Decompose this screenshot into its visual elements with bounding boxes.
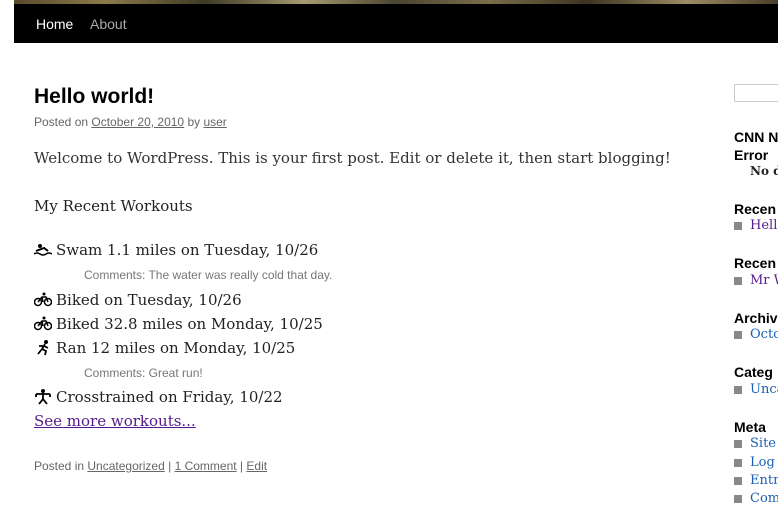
workout-text: Crosstrained on Friday, 10/22 bbox=[56, 388, 283, 406]
recent-post-link[interactable]: Hello bbox=[750, 218, 778, 233]
workout-item: Biked 32.8 miles on Monday, 10/25 bbox=[34, 315, 323, 333]
meta-item: Log o bbox=[734, 455, 778, 470]
main-navigation: Home About bbox=[14, 4, 778, 43]
workout-item: Ran 12 miles on Monday, 10/25 bbox=[34, 339, 295, 357]
bullet-icon bbox=[734, 439, 742, 448]
posted-in-label: Posted in bbox=[34, 459, 88, 473]
bullet-icon bbox=[734, 276, 742, 285]
crosstrain-icon bbox=[34, 389, 52, 405]
meta-item: Comm bbox=[734, 491, 778, 506]
workouts-heading: My Recent Workouts bbox=[34, 197, 193, 215]
bullet-icon bbox=[734, 330, 742, 339]
categories-title: Categ bbox=[734, 364, 773, 380]
bullet-icon bbox=[734, 221, 742, 230]
comments-link[interactable]: 1 Comment bbox=[175, 459, 237, 473]
workout-item: Biked on Tuesday, 10/26 bbox=[34, 291, 242, 309]
meta-link[interactable]: Entr bbox=[750, 473, 778, 488]
workout-text: Biked on Tuesday, 10/26 bbox=[56, 291, 242, 309]
bullet-icon bbox=[734, 385, 742, 394]
workout-item: Crosstrained on Friday, 10/22 bbox=[34, 388, 283, 406]
bullet-icon bbox=[734, 476, 742, 485]
recent-comments-title: Recen bbox=[734, 255, 777, 271]
recent-post-item: Hello bbox=[734, 218, 778, 233]
workout-comment: Comments: The water was really cold that… bbox=[84, 268, 333, 282]
meta-title: Meta bbox=[734, 419, 766, 435]
meta-item: Site A bbox=[734, 436, 778, 451]
category-sidebar-link[interactable]: Unca bbox=[750, 382, 778, 397]
bullet-icon bbox=[734, 494, 742, 503]
post-meta: Posted on October 20, 2010 by user bbox=[34, 115, 227, 129]
category-link[interactable]: Uncategorized bbox=[87, 459, 164, 473]
separator: | bbox=[236, 459, 247, 473]
nav-home[interactable]: Home bbox=[36, 4, 73, 43]
by-label: by bbox=[184, 115, 204, 129]
archive-item: Octob bbox=[734, 327, 778, 342]
separator: | bbox=[164, 459, 175, 473]
swim-icon bbox=[34, 242, 52, 258]
cnn-title-line1: CNN N bbox=[734, 129, 778, 145]
search-input[interactable] bbox=[734, 84, 778, 102]
cnn-widget-title: CNN N Error bbox=[734, 128, 778, 164]
bullet-icon bbox=[734, 458, 742, 467]
category-item: Unca bbox=[734, 382, 778, 397]
workout-comment: Comments: Great run! bbox=[84, 366, 203, 380]
archives-title: Archiv bbox=[734, 310, 778, 326]
run-icon bbox=[34, 340, 52, 356]
bike-icon bbox=[34, 292, 52, 308]
see-more-workouts-link[interactable]: See more workouts... bbox=[34, 412, 196, 430]
cnn-title-line2: Error bbox=[734, 147, 769, 163]
edit-link[interactable]: Edit bbox=[246, 459, 267, 473]
meta-link[interactable]: Log o bbox=[750, 455, 778, 470]
nav-about[interactable]: About bbox=[90, 4, 127, 43]
post-date-link[interactable]: October 20, 2010 bbox=[91, 115, 184, 129]
post-title[interactable]: Hello world! bbox=[34, 84, 154, 110]
posted-on-label: Posted on bbox=[34, 115, 92, 129]
post-body: Welcome to WordPress. This is your first… bbox=[34, 149, 671, 167]
workout-item: Swam 1.1 miles on Tuesday, 10/26 bbox=[34, 241, 318, 259]
bike-icon bbox=[34, 316, 52, 332]
archive-link[interactable]: Octob bbox=[750, 327, 778, 342]
meta-link[interactable]: Comm bbox=[750, 491, 778, 506]
meta-link[interactable]: Site A bbox=[750, 436, 778, 451]
recent-comment-item: Mr W bbox=[734, 273, 778, 288]
workout-text: Biked 32.8 miles on Monday, 10/25 bbox=[56, 315, 323, 333]
author-link[interactable]: user bbox=[203, 115, 226, 129]
meta-item: Entr bbox=[734, 473, 778, 488]
cnn-widget-text: No d bbox=[750, 164, 778, 178]
recent-comment-link[interactable]: Mr W bbox=[750, 273, 778, 288]
workout-text: Ran 12 miles on Monday, 10/25 bbox=[56, 339, 296, 357]
recent-posts-title: Recen bbox=[734, 201, 777, 217]
post-footer: Posted in Uncategorized | 1 Comment | Ed… bbox=[34, 459, 267, 473]
workout-text: Swam 1.1 miles on Tuesday, 10/26 bbox=[56, 241, 319, 259]
